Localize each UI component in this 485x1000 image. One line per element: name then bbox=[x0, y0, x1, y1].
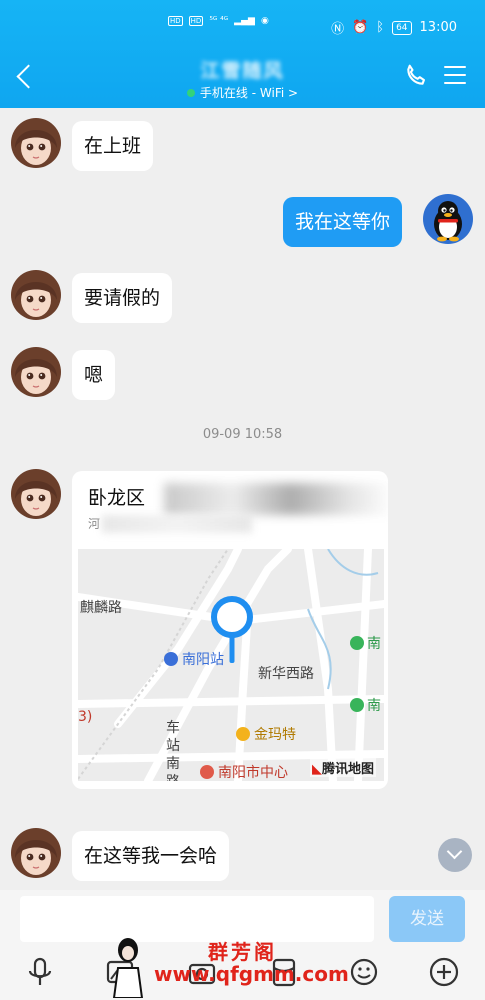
location-title: 卧龙区 bbox=[88, 487, 146, 509]
avatar[interactable] bbox=[11, 118, 61, 168]
send-button[interactable]: 发送 bbox=[389, 896, 465, 942]
chat-area[interactable]: 在上班 我在这等你 要请假的 嗯 09-09 10:58 卧龙区 河 麒麟路 南… bbox=[0, 108, 485, 890]
message-bubble-outgoing[interactable]: 我在这等你 bbox=[283, 197, 403, 247]
poi-name: 南阳市中心 bbox=[218, 765, 288, 781]
avatar[interactable] bbox=[11, 270, 61, 320]
map-poi-label: 南 bbox=[350, 633, 381, 653]
wifi-icon: ◉ bbox=[260, 16, 269, 26]
map-poi-label: 金玛特 bbox=[236, 724, 296, 744]
redacted-text bbox=[102, 515, 252, 533]
status-left: HD HD ⁵ᴳ ⁴ᴳ ▂▄▆ ◉ bbox=[168, 16, 269, 26]
emoji-icon[interactable] bbox=[348, 956, 380, 988]
map-brand-label: ◣腾讯地图 bbox=[309, 758, 376, 777]
poi-name: 南 bbox=[367, 636, 381, 652]
hd-badge: HD bbox=[168, 16, 183, 26]
phone-icon[interactable] bbox=[402, 62, 430, 90]
location-card[interactable]: 卧龙区 河 麒麟路 南阳站 新华西路 车站南 金玛特 南阳市中心 南 南 3) … bbox=[72, 471, 388, 789]
menu-icon[interactable] bbox=[444, 66, 466, 86]
tencent-map-logo-icon: ◣ bbox=[311, 762, 322, 777]
chevron-right-icon: > bbox=[288, 86, 299, 100]
brand-text: 腾讯地图 bbox=[321, 762, 374, 777]
avatar-penguin[interactable] bbox=[423, 194, 473, 244]
map-road-label: 新华西路 bbox=[258, 666, 314, 682]
park-icon bbox=[350, 636, 364, 650]
message-bubble[interactable]: 在这等我一会哈 bbox=[72, 831, 230, 881]
map-pin-icon bbox=[211, 596, 253, 663]
map-roads bbox=[78, 549, 384, 781]
bluetooth-icon: ᛒ bbox=[376, 20, 385, 35]
plus-icon[interactable] bbox=[428, 956, 460, 988]
online-dot-icon bbox=[186, 89, 195, 97]
avatar[interactable] bbox=[11, 347, 61, 397]
message-input[interactable] bbox=[20, 896, 374, 942]
train-station-icon bbox=[164, 652, 178, 666]
map-poi-label: 3) bbox=[78, 709, 93, 725]
location-address: 河 bbox=[88, 517, 101, 531]
network-indicator: ⁵ᴳ ⁴ᴳ bbox=[209, 16, 229, 26]
map-road-label: 麒麟路 bbox=[80, 600, 122, 616]
poi-name: 金玛特 bbox=[254, 727, 296, 743]
avatar[interactable] bbox=[11, 469, 61, 519]
map-road-label: 车站南路 bbox=[166, 720, 180, 781]
watermark-url: www.qfgmm.com bbox=[154, 962, 349, 986]
chevron-down-icon[interactable] bbox=[438, 838, 472, 872]
input-bar: 发送 群芳阁 www.qfgmm.com bbox=[0, 890, 485, 1000]
chat-header: HD HD ⁵ᴳ ⁴ᴳ ▂▄▆ ◉ Ⓝ ⏰ ᛒ 64 13:00 江雪随风 手机… bbox=[0, 0, 485, 108]
shop-icon bbox=[236, 727, 250, 741]
map-preview[interactable]: 麒麟路 南阳站 新华西路 车站南路 金玛特 南阳市中心 南 南 3) ◣腾讯地图 bbox=[78, 549, 384, 781]
park-icon bbox=[350, 698, 364, 712]
watermark-title: 群芳阁 bbox=[208, 940, 277, 964]
status-right: Ⓝ ⏰ ᛒ 64 13:00 bbox=[331, 18, 457, 37]
hd-badge: HD bbox=[188, 16, 204, 26]
microphone-icon[interactable] bbox=[24, 956, 56, 988]
poi-name: 南 bbox=[367, 698, 381, 714]
signal-icon: ▂▄▆ bbox=[234, 16, 255, 26]
message-bubble[interactable]: 要请假的 bbox=[72, 273, 173, 323]
avatar[interactable] bbox=[11, 828, 61, 878]
map-poi-label: 南阳市中心 bbox=[200, 762, 288, 781]
battery-indicator: 64 bbox=[392, 20, 412, 35]
message-bubble[interactable]: 嗯 bbox=[72, 350, 116, 400]
status-bar: HD HD ⁵ᴳ ⁴ᴳ ▂▄▆ ◉ Ⓝ ⏰ ᛒ 64 13:00 bbox=[0, 14, 485, 42]
message-bubble[interactable]: 在上班 bbox=[72, 121, 154, 171]
online-status-text: 手机在线 - WiFi bbox=[199, 86, 285, 100]
message-timestamp: 09-09 10:58 bbox=[202, 427, 283, 442]
hospital-icon bbox=[200, 765, 214, 779]
alarm-icon: ⏰ bbox=[352, 20, 369, 35]
nfc-icon: Ⓝ bbox=[331, 22, 345, 37]
redacted-text bbox=[164, 483, 388, 515]
watermark-figure-icon bbox=[112, 938, 144, 998]
map-poi-label: 南 bbox=[350, 695, 381, 715]
clock: 13:00 bbox=[419, 20, 457, 35]
